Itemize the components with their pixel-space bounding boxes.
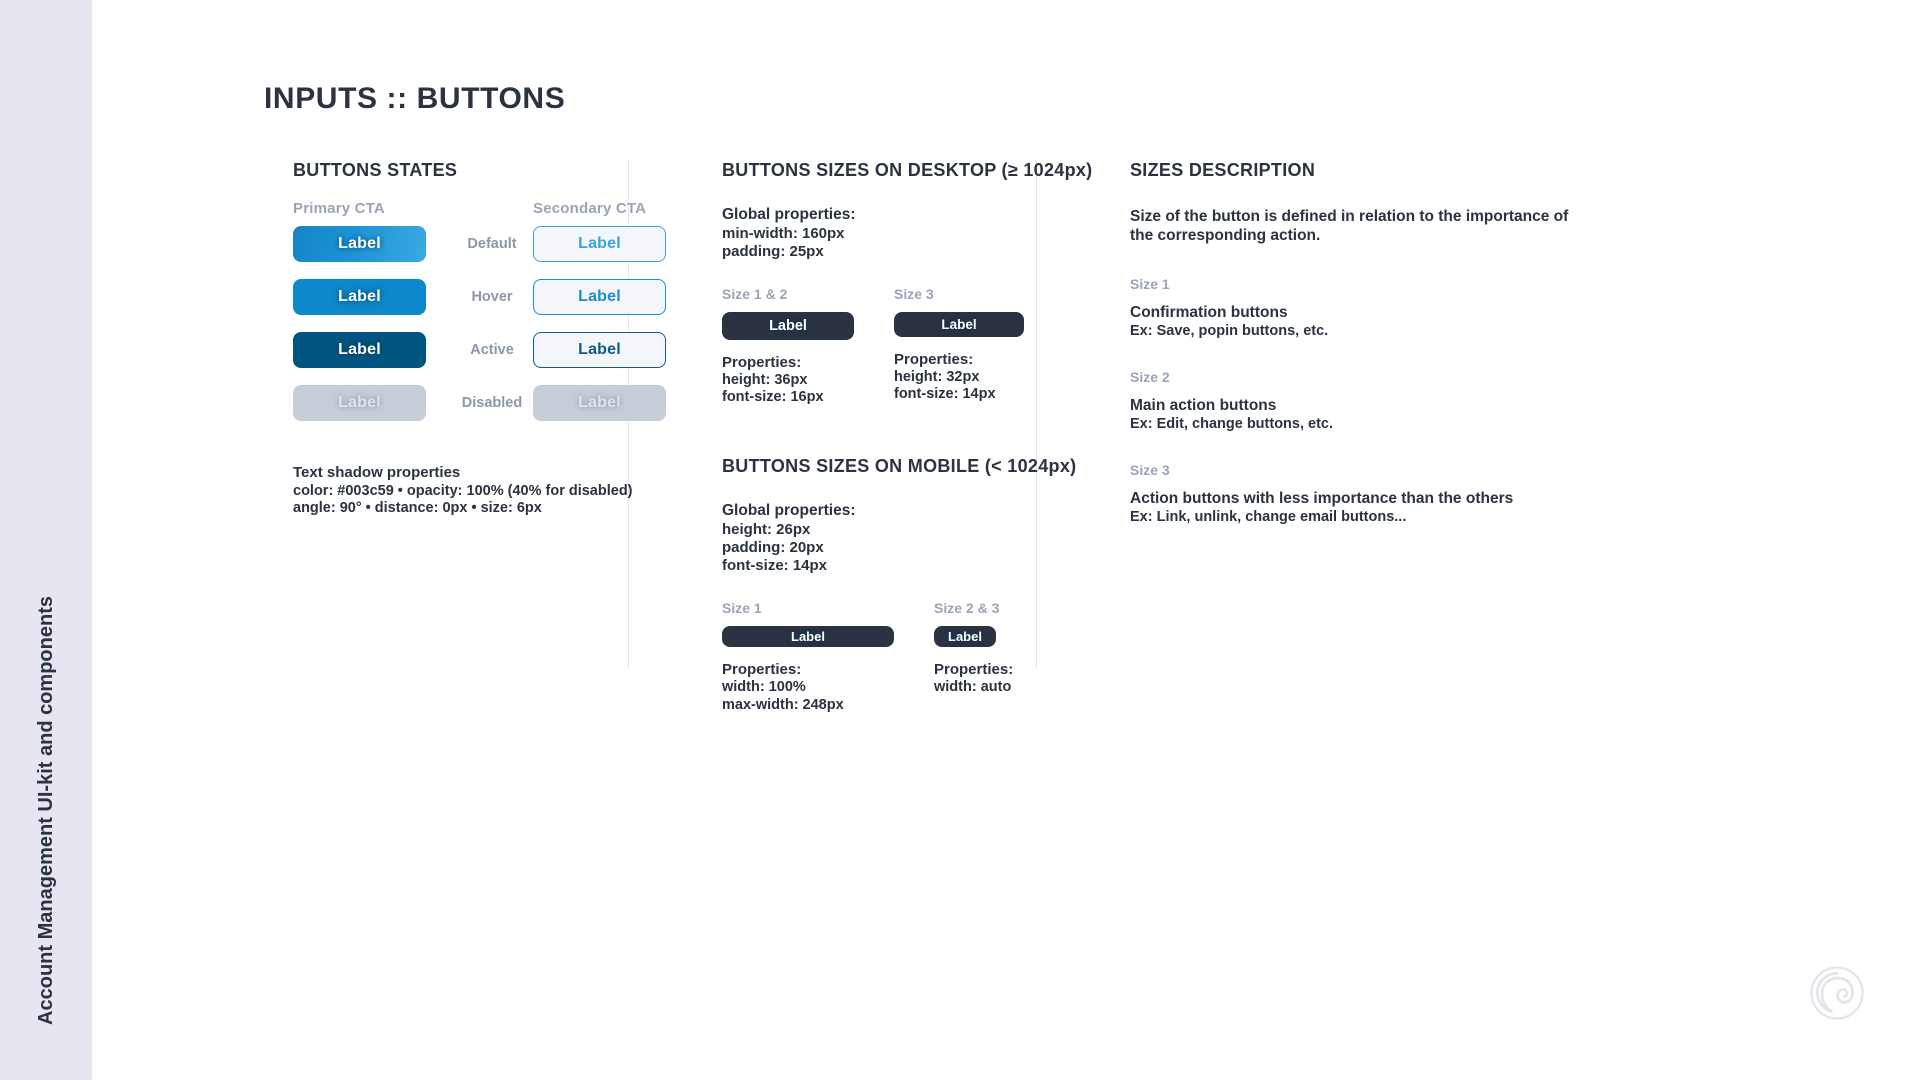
sizes-description-column: SIZES DESCRIPTION Size of the button is …	[1130, 160, 1610, 525]
mobile-sizes-title: BUTTONS SIZES ON MOBILE (< 1024px)	[722, 456, 1077, 477]
secondary-button-hover[interactable]: Label	[533, 279, 666, 315]
size-description-tag-2: Size 2	[1130, 368, 1170, 385]
mobile-size-tag-1: Size 1	[722, 600, 762, 617]
size-description-example-1: Ex: Save, popin buttons, etc.	[1130, 322, 1329, 339]
mobile-size-button-2[interactable]: Label	[934, 626, 996, 648]
secondary-button-slot-default: Label	[533, 226, 666, 262]
desktop-props-line-1-1: height: 36px	[722, 372, 808, 389]
secondary-button-disabled: Label	[533, 385, 666, 421]
state-label-hover: Hover	[471, 289, 513, 305]
size-description-item-1: Size 1 Confirmation buttons Ex: Save, po…	[1130, 276, 1610, 339]
primary-button-hover[interactable]: Label	[293, 279, 426, 315]
text-shadow-properties: Text shadow properties color: #003c59 • …	[293, 464, 713, 517]
buttons-states-column: BUTTONS STATES Primary CTA Secondary CTA…	[293, 160, 713, 517]
sizes-intro-line-1: Size of the button is defined in relatio…	[1130, 208, 1569, 225]
mobile-global-line-2: padding: 20px	[722, 539, 824, 557]
mobile-size-props-1: Properties: width: 100% max-width: 248px	[722, 661, 894, 713]
desktop-global-line-1: min-width: 160px	[722, 225, 845, 242]
mobile-global-line-3: font-size: 14px	[722, 556, 828, 574]
buttons-sizes-column: BUTTONS SIZES ON DESKTOP (≥ 1024px) Glob…	[722, 160, 1122, 730]
desktop-size-cell-2: Size 3 Label Properties: height: 32px fo…	[894, 286, 1024, 403]
primary-button-slot-hover: Label	[293, 279, 426, 315]
desktop-props-heading-1: Properties:	[722, 354, 802, 372]
brand-logo-watermark	[1810, 966, 1864, 1020]
mobile-global-heading: Global properties:	[722, 502, 856, 520]
mobile-size-button-1[interactable]: Label	[722, 626, 894, 648]
mobile-props-heading-1: Properties:	[722, 661, 802, 679]
size-description-title-2: Main action buttons	[1130, 396, 1277, 414]
size-description-item-2: Size 2 Main action buttons Ex: Edit, cha…	[1130, 369, 1610, 432]
state-row-active: Label Active Label	[293, 332, 713, 385]
text-shadow-line-1: color: #003c59 • opacity: 100% (40% for …	[293, 483, 633, 499]
primary-button-default[interactable]: Label	[293, 226, 426, 262]
desktop-size-cell-1: Size 1 & 2 Label Properties: height: 36p…	[722, 286, 854, 406]
primary-button-slot-disabled: Label	[293, 385, 426, 421]
mobile-props-line-1-1: width: 100%	[722, 679, 806, 696]
mobile-size-cell-2: Size 2 & 3 Label Properties: width: auto	[934, 600, 1013, 696]
secondary-button-slot-disabled: Label	[533, 385, 666, 421]
sizes-intro-line-2: the corresponding action.	[1130, 227, 1321, 245]
desktop-props-line-1-2: font-size: 16px	[722, 389, 824, 406]
size-description-title-3: Action buttons with less importance than…	[1130, 489, 1514, 507]
primary-button-slot-active: Label	[293, 332, 426, 368]
mobile-size-props-2: Properties: width: auto	[934, 661, 1013, 696]
mobile-global-line-1: height: 26px	[722, 521, 811, 539]
mobile-size-tag-2: Size 2 & 3	[934, 600, 1000, 617]
cta-headers: Primary CTA Secondary CTA	[293, 200, 713, 226]
mobile-size-grid: Size 1 Label Properties: width: 100% max…	[722, 600, 1122, 730]
text-shadow-line-2: angle: 90° • distance: 0px • size: 6px	[293, 499, 542, 516]
primary-button-disabled: Label	[293, 385, 426, 421]
secondary-button-slot-hover: Label	[533, 279, 666, 315]
size-description-example-3: Ex: Link, unlink, change email buttons..…	[1130, 508, 1407, 525]
secondary-button-active[interactable]: Label	[533, 332, 666, 368]
state-label-active: Active	[470, 342, 514, 358]
desktop-sizes-title: BUTTONS SIZES ON DESKTOP (≥ 1024px)	[722, 160, 1093, 180]
desktop-size-button-1[interactable]: Label	[722, 312, 854, 341]
sizes-description-title: SIZES DESCRIPTION	[1130, 160, 1316, 180]
state-label-disabled: Disabled	[461, 395, 523, 411]
mobile-props-heading-2: Properties:	[934, 661, 1014, 679]
desktop-size-tag-2: Size 3	[894, 286, 934, 303]
desktop-size-tag-1: Size 1 & 2	[722, 286, 788, 303]
desktop-size-grid: Size 1 & 2 Label Properties: height: 36p…	[722, 286, 1122, 416]
buttons-states-title: BUTTONS STATES	[293, 160, 458, 180]
primary-button-active[interactable]: Label	[293, 332, 426, 368]
desktop-size-props-1: Properties: height: 36px font-size: 16px	[722, 354, 854, 406]
desktop-props-heading-2: Properties:	[894, 351, 974, 369]
mobile-global-properties: Global properties: height: 26px padding:…	[722, 502, 1122, 574]
sidebar-vertical-label: Account Management UI-kit and components	[34, 596, 57, 1025]
size-description-example-2: Ex: Edit, change buttons, etc.	[1130, 415, 1334, 432]
primary-cta-header: Primary CTA	[293, 200, 385, 217]
main-content: INPUTS :: BUTTONS BUTTONS STATES Primary…	[92, 0, 1920, 1080]
desktop-global-heading: Global properties:	[722, 206, 856, 223]
state-row-disabled: Label Disabled Label	[293, 385, 713, 438]
secondary-button-default[interactable]: Label	[533, 226, 666, 262]
sizes-description-intro: Size of the button is defined in relatio…	[1130, 207, 1610, 246]
size-description-tag-1: Size 1	[1130, 275, 1170, 292]
desktop-size-props-2: Properties: height: 32px font-size: 14px	[894, 351, 1024, 403]
state-row-hover: Label Hover Label	[293, 279, 713, 332]
state-row-default: Label Default Label	[293, 226, 713, 279]
desktop-global-line-2: padding: 25px	[722, 242, 824, 260]
size-description-tag-3: Size 3	[1130, 461, 1170, 478]
size-description-title-1: Confirmation buttons	[1130, 303, 1288, 321]
desktop-props-line-2-2: font-size: 14px	[894, 386, 996, 403]
mobile-props-line-1-2: max-width: 248px	[722, 696, 844, 713]
secondary-cta-header: Secondary CTA	[533, 200, 647, 217]
desktop-global-properties: Global properties: min-width: 160px padd…	[722, 206, 1122, 260]
desktop-props-line-2-1: height: 32px	[894, 369, 980, 386]
mobile-sizes-section: BUTTONS SIZES ON MOBILE (< 1024px) Globa…	[722, 456, 1122, 730]
mobile-size-cell-1: Size 1 Label Properties: width: 100% max…	[722, 600, 894, 713]
text-shadow-heading: Text shadow properties	[293, 464, 461, 481]
state-label-default: Default	[467, 236, 517, 252]
desktop-size-button-2[interactable]: Label	[894, 312, 1024, 338]
page-title: INPUTS :: BUTTONS	[264, 82, 566, 115]
sidebar: Account Management UI-kit and components	[0, 0, 92, 1080]
sidebar-label-wrapper: Account Management UI-kit and components	[0, 596, 92, 1025]
primary-button-slot-default: Label	[293, 226, 426, 262]
secondary-button-slot-active: Label	[533, 332, 666, 368]
mobile-props-line-2-1: width: auto	[934, 679, 1012, 696]
size-description-item-3: Size 3 Action buttons with less importan…	[1130, 462, 1610, 525]
